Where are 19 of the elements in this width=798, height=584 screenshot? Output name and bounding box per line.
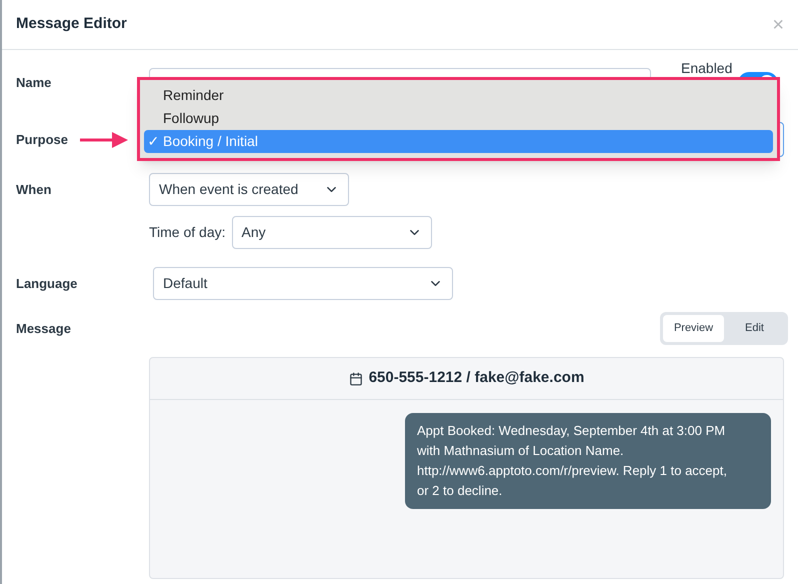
dropdown-option[interactable]: Followup <box>144 107 773 130</box>
enabled-label: Enabled <box>681 59 732 78</box>
field-label: When <box>16 182 52 196</box>
message-bubble: Appt Booked: Wednesday, September 4th at 3:00 PM with Mathnasium of Location Name. http://www6.apptoto.com/r/preview. Reply 1 to accept, or 2 to decline. <box>405 413 771 509</box>
time-of-day-label: Time of day: <box>149 223 226 242</box>
when-select[interactable]: When event is created <box>149 173 349 206</box>
field-label: Name <box>16 75 52 90</box>
field-label: Message <box>16 320 71 336</box>
dropdown-option[interactable]: Reminder <box>144 84 773 107</box>
window-title: Message Editor <box>16 14 127 34</box>
language-select[interactable]: Default <box>153 267 453 300</box>
arrow-icon <box>80 132 128 148</box>
calendar-icon <box>348 372 363 386</box>
recipient-text: 650-555-1212 / fake@fake.com <box>368 368 584 388</box>
view-tab[interactable]: Edit <box>724 315 785 342</box>
time-of-day-select[interactable]: Any <box>232 216 432 249</box>
field-label: Purpose <box>16 132 68 146</box>
field-label: Language <box>16 276 78 290</box>
view-tab[interactable]: Preview <box>663 315 724 342</box>
